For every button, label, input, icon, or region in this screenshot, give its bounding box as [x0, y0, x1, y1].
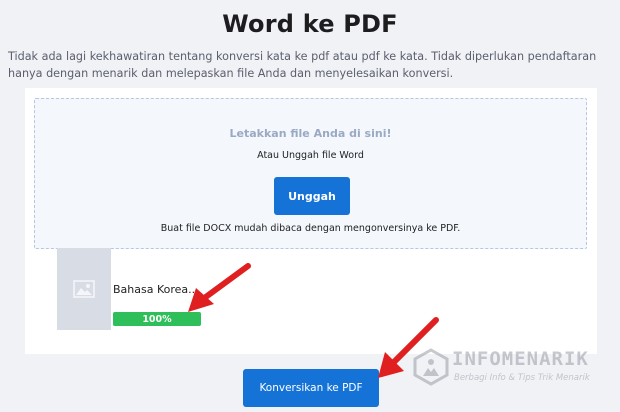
page-title: Word ke PDF: [222, 10, 398, 38]
upload-progress-label: 100%: [142, 313, 172, 325]
dropzone-title: Letakkan file Anda di sini!: [229, 127, 392, 140]
file-name: Bahasa Korea..: [113, 283, 196, 296]
watermark-logo-icon: [413, 348, 449, 386]
upload-progress-bar: 100%: [113, 312, 201, 326]
file-dropzone[interactable]: Letakkan file Anda di sini! Atau Unggah …: [34, 98, 587, 249]
watermark: INFOMENARIK Berbagi Info & Tips Trik Men…: [410, 342, 615, 394]
file-thumbnail: [57, 248, 111, 330]
page-description: Tidak ada lagi kekhawatiran tentang konv…: [8, 50, 597, 80]
watermark-name: INFOMENARIK: [452, 348, 589, 370]
dropzone-subtitle: Atau Unggah file Word: [257, 150, 364, 161]
convert-to-pdf-button[interactable]: Konversikan ke PDF: [243, 369, 379, 407]
dropzone-note: Buat file DOCX mudah dibaca dengan mengo…: [160, 223, 461, 234]
converter-card: Letakkan file Anda di sini! Atau Unggah …: [25, 88, 597, 354]
watermark-tagline: Berbagi Info & Tips Trik Menarik: [454, 373, 590, 383]
image-placeholder-icon: [73, 280, 95, 298]
uploaded-file-item: Bahasa Korea.. 100%: [57, 248, 257, 330]
upload-button[interactable]: Unggah: [274, 177, 350, 215]
